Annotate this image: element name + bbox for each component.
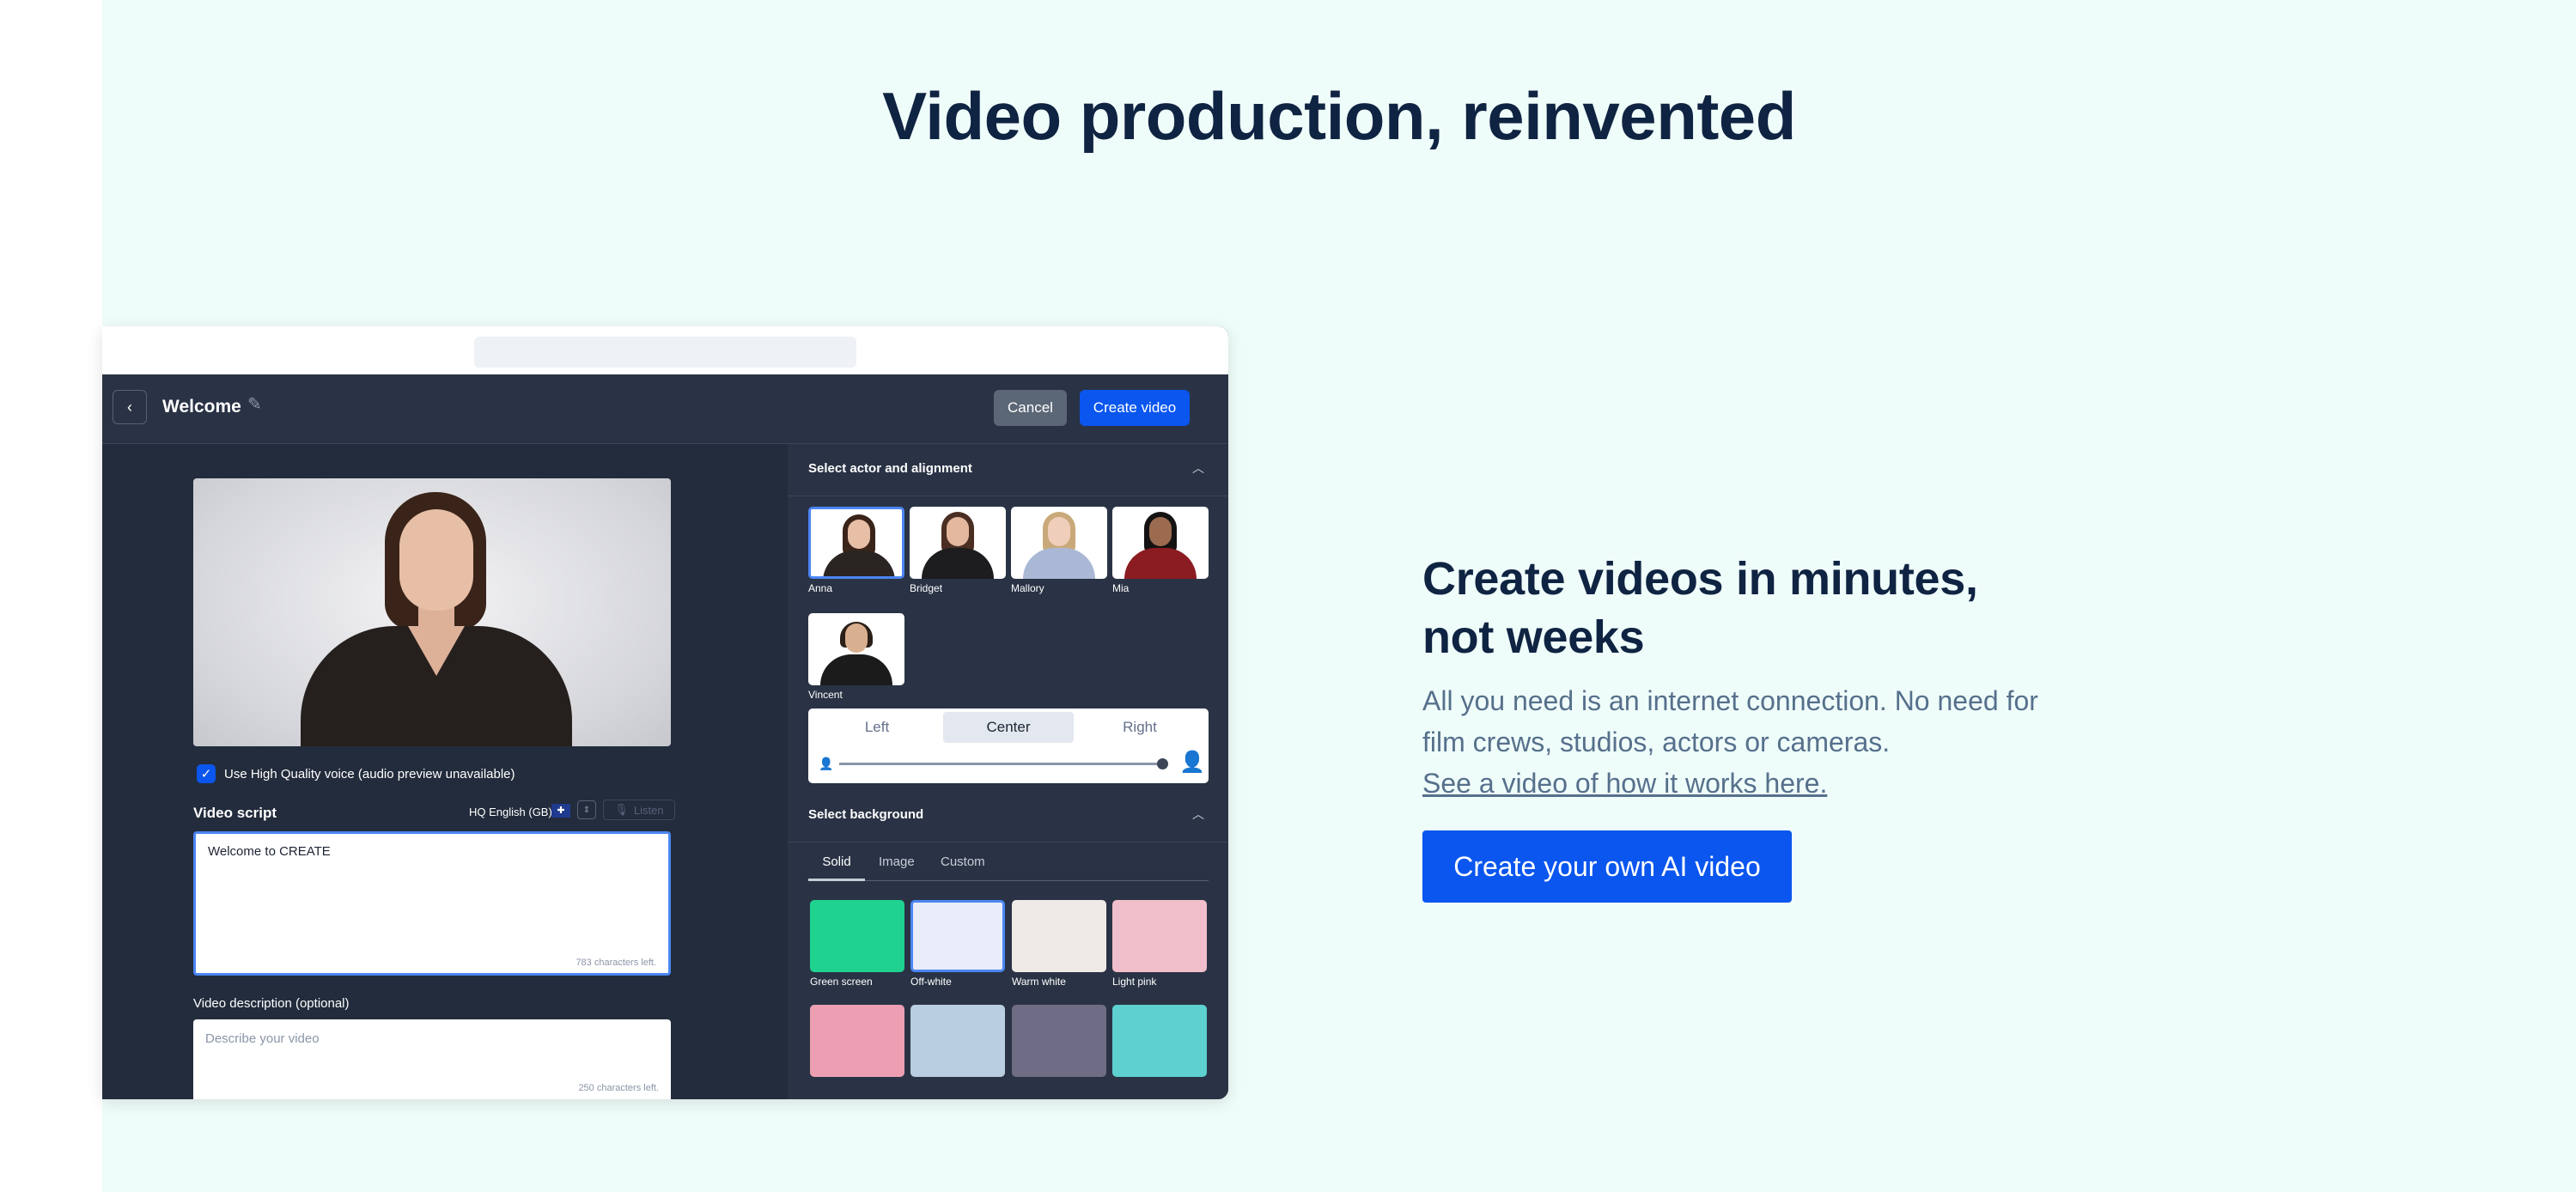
app-mockup: ‹ Welcome ✎ Cancel Create video ✓ Use Hi… [102,326,1228,1099]
swatch-label: Warm white [1012,976,1066,988]
project-title[interactable]: Welcome [162,397,241,417]
actor-card[interactable]: Bridget [910,507,1006,594]
hq-voice-row[interactable]: ✓ Use High Quality voice (audio preview … [197,764,515,783]
microphone-icon: 🎙 [614,803,629,816]
background-section-header[interactable]: Select background ︿ [788,790,1228,842]
hq-voice-checkbox[interactable]: ✓ [197,764,216,783]
script-text: Welcome to CREATE [208,844,331,859]
small-person-icon: 👤 [819,757,834,770]
editor-right-pane: Select actor and alignment ︿ Anna Bridge… [788,444,1228,1099]
script-char-count: 783 characters left. [575,958,656,968]
tab-custom[interactable]: Custom [941,854,985,879]
tab-image[interactable]: Image [879,854,915,879]
actor-thumbnail[interactable] [808,507,904,579]
swatch-pink[interactable] [810,1005,904,1077]
actor-neckline [408,626,465,676]
swatch-green-screen[interactable] [810,900,904,972]
listen-button[interactable]: 🎙 Listen [603,800,675,820]
actor-name: Bridget [910,582,943,594]
swatch-teal[interactable] [1112,1005,1207,1077]
align-right-option[interactable]: Right [1075,712,1205,743]
actor-face [1048,517,1070,546]
actor-face [848,520,870,549]
chevron-left-icon: ‹ [127,398,132,416]
browser-address-bar[interactable] [474,337,856,368]
listen-label: Listen [633,803,664,817]
actor-thumbnail[interactable] [808,613,904,685]
actor-face [845,623,868,653]
swatch-light-blue[interactable] [910,1005,1005,1077]
cancel-button[interactable]: Cancel [994,390,1067,426]
editor-left-pane: ✓ Use High Quality voice (audio preview … [102,444,788,1099]
create-ai-video-button[interactable]: Create your own AI video [1422,830,1792,903]
how-it-works-link[interactable]: See a video of how it works here. [1422,763,1827,804]
swatch-light-pink[interactable] [1112,900,1207,972]
size-slider-handle[interactable] [1157,758,1168,769]
back-button[interactable]: ‹ [113,390,147,424]
description-label: Video description (optional) [193,996,350,1011]
language-stepper[interactable]: ⇕ [577,800,596,819]
actor-body [823,550,895,576]
swatch-label: Green screen [810,976,873,988]
actor-card[interactable]: Vincent [808,613,904,701]
create-video-button[interactable]: Create video [1080,390,1190,426]
language-select[interactable]: HQ English (GB) [469,806,552,818]
actor-body [1023,548,1095,579]
section-body: All you need is an internet connection. … [1422,680,2110,763]
actor-body [922,548,994,579]
script-label: Video script [193,805,277,821]
background-section-title: Select background [808,807,924,822]
actor-face [947,517,969,546]
description-placeholder: Describe your video [205,1031,320,1046]
chevron-up-icon[interactable]: ︿ [1192,806,1204,823]
editor-header: ‹ Welcome ✎ Cancel Create video [102,374,1228,444]
background-tabs: Solid Image Custom [808,854,1209,881]
actor-thumbnail[interactable] [1011,507,1107,579]
actor-card[interactable]: Mallory [1011,507,1107,594]
chevron-up-icon[interactable]: ︿ [1192,459,1204,477]
video-preview [193,478,671,746]
actor-face [399,509,473,611]
pencil-icon[interactable]: ✎ [247,393,262,415]
swatch-label: Light pink [1112,976,1157,988]
actor-name: Vincent [808,689,843,701]
script-textarea[interactable]: Welcome to CREATE 783 characters left. [193,831,671,976]
swatch-off-white[interactable] [910,900,1005,972]
actor-body [1124,548,1197,579]
alignment-control: Left Center Right 👤 👤 [808,709,1209,783]
align-center-option[interactable]: Center [943,712,1074,743]
actor-card[interactable]: Anna [808,507,904,594]
actor-section-header[interactable]: Select actor and alignment ︿ [788,444,1228,496]
hq-voice-label: Use High Quality voice (audio preview un… [224,766,515,781]
actor-card[interactable]: Mia [1112,507,1209,594]
size-slider-track[interactable] [839,763,1164,765]
page-headline: Video production, reinvented [882,78,1796,154]
swatch-slate[interactable] [1012,1005,1106,1077]
actor-section-title: Select actor and alignment [808,461,972,476]
align-left-option[interactable]: Left [812,712,942,743]
actor-face [1149,517,1172,546]
description-char-count: 250 characters left. [578,1083,659,1093]
swatch-label: Off-white [910,976,952,988]
swatch-warm-white[interactable] [1012,900,1106,972]
subheadline-line-2: not weeks [1422,611,1645,663]
actor-name: Mia [1112,582,1130,594]
body-line-2: film crews, studios, actors or cameras. [1422,727,1891,757]
subheadline-line-1: Create videos in minutes, [1422,553,1978,605]
actor-thumbnail[interactable] [1112,507,1209,579]
browser-topbar [102,326,1228,374]
actor-body [820,654,892,685]
actor-name: Mallory [1011,582,1044,594]
actor-thumbnail[interactable] [910,507,1006,579]
uk-flag-icon: ✚ [551,804,570,818]
body-line-1: All you need is an internet connection. … [1422,685,2038,716]
actor-name: Anna [808,582,833,594]
section-subheadline: Create videos in minutes, not weeks [1422,550,2024,666]
description-textarea[interactable]: Describe your video 250 characters left. [193,1019,671,1099]
tab-solid[interactable]: Solid [808,854,865,881]
large-person-icon: 👤 [1179,751,1205,774]
check-icon: ✓ [200,767,212,781]
